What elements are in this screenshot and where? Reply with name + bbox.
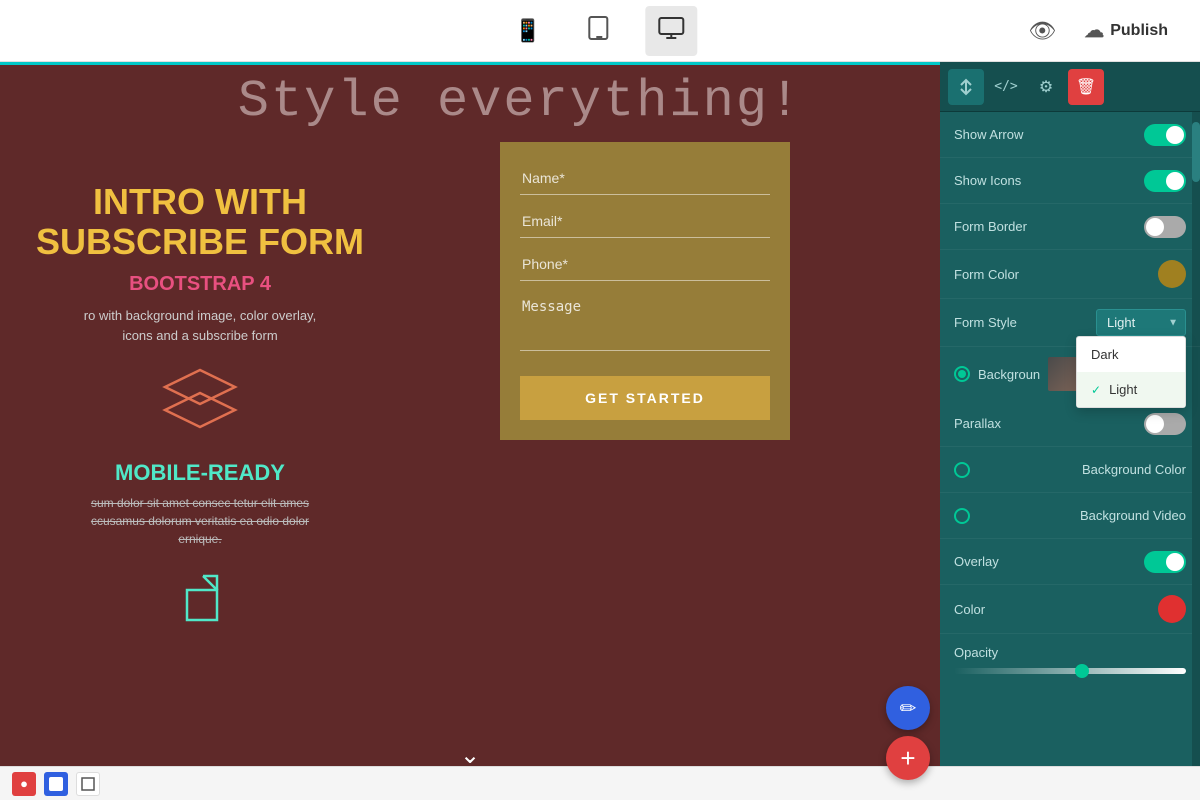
name-input[interactable] [520, 162, 770, 195]
code-tool-button[interactable]: </> [988, 69, 1024, 105]
add-plus-icon: + [900, 743, 915, 774]
form-style-label: Form Style [954, 315, 1017, 330]
fab-edit-button[interactable]: ✏ [886, 686, 930, 730]
desktop-device-btn[interactable] [646, 6, 698, 56]
message-input[interactable] [520, 291, 770, 351]
form-style-dropdown-wrapper: Light Dark ▼ Dark ✓ Light [1096, 309, 1186, 336]
lorem-text: sum dolor sit amet consec tetur elit ame… [20, 494, 380, 548]
canvas: Style everything! INTRO WITH SUBSCRIBE F… [0, 62, 940, 800]
top-bar: 📱 👁 ☁ Publish [0, 0, 1200, 62]
fab-add-button[interactable]: + [886, 736, 930, 780]
form-style-select[interactable]: Light Dark [1096, 309, 1186, 336]
bg-video-radio[interactable] [954, 508, 970, 524]
bottom-bar: ● [0, 766, 1200, 800]
preview-icon[interactable]: 👁 [1028, 18, 1056, 44]
show-icons-toggle[interactable] [1144, 170, 1186, 192]
form-border-label: Form Border [954, 219, 1027, 234]
bootstrap-label: BOOTSTRAP 4 [20, 273, 380, 296]
device-switcher: 📱 [502, 6, 697, 56]
bg-color-row: Background Color [940, 447, 1200, 493]
parallax-toggle[interactable] [1144, 413, 1186, 435]
light-option-label: Light [1109, 382, 1137, 397]
dropdown-item-dark[interactable]: Dark [1077, 337, 1185, 372]
left-content-panel: INTRO WITH SUBSCRIBE FORM BOOTSTRAP 4 ro… [20, 182, 380, 643]
overlay-color-swatch[interactable] [1158, 595, 1186, 623]
gear-tool-button[interactable]: ⚙ [1028, 69, 1064, 105]
subscribe-form: GET STARTED [500, 142, 790, 440]
top-bar-right: 👁 ☁ Publish [1028, 10, 1180, 51]
form-style-row: Form Style Light Dark ▼ Dark ✓ Light [940, 299, 1200, 347]
form-style-dropdown-menu: Dark ✓ Light [1076, 336, 1186, 408]
show-icons-row: Show Icons [940, 158, 1200, 204]
get-started-button[interactable]: GET STARTED [520, 376, 770, 420]
opacity-row: Opacity [940, 634, 1200, 684]
layers-icon [20, 365, 380, 440]
panel-toolbar: </> ⚙ 🗑 [940, 62, 1200, 112]
sort-tool-button[interactable] [948, 69, 984, 105]
opacity-label: Opacity [954, 645, 998, 660]
mobile-ready-label: MOBILE-READY [20, 460, 380, 486]
overlay-label: Overlay [954, 554, 999, 569]
main-area: Style everything! INTRO WITH SUBSCRIBE F… [0, 62, 1200, 800]
description-text: ro with background image, color overlay,… [20, 306, 380, 345]
form-border-row: Form Border [940, 204, 1200, 250]
publish-label: Publish [1110, 22, 1168, 40]
parallax-label: Parallax [954, 416, 1001, 431]
color-label: Color [954, 602, 985, 617]
box-icon [20, 568, 380, 643]
phone-input[interactable] [520, 248, 770, 281]
background-label: Backgroun [978, 367, 1040, 382]
show-icons-label: Show Icons [954, 173, 1021, 188]
dropdown-item-light[interactable]: ✓ Light [1077, 372, 1185, 407]
bottom-icon-blue[interactable] [44, 772, 68, 796]
form-border-toggle[interactable] [1144, 216, 1186, 238]
opacity-slider-track[interactable] [954, 668, 1186, 674]
intro-title-line1: INTRO WITH [20, 182, 380, 222]
mobile-device-btn[interactable]: 📱 [502, 10, 553, 52]
background-radio[interactable] [954, 366, 970, 382]
bg-video-row: Background Video [940, 493, 1200, 539]
show-arrow-toggle[interactable] [1144, 124, 1186, 146]
email-input[interactable] [520, 205, 770, 238]
bottom-bar-icons: ● [12, 772, 100, 796]
color-row: Color [940, 585, 1200, 634]
bg-video-label: Background Video [1080, 508, 1186, 523]
bottom-icon-white[interactable] [76, 772, 100, 796]
bottom-icon-red[interactable]: ● [12, 772, 36, 796]
panel-scrollbar-thumb[interactable] [1192, 122, 1200, 182]
opacity-slider-thumb[interactable] [1075, 664, 1089, 678]
cloud-upload-icon: ☁ [1084, 18, 1104, 43]
publish-button[interactable]: ☁ Publish [1072, 10, 1180, 51]
bg-color-label: Background Color [1082, 462, 1186, 477]
delete-tool-button[interactable]: 🗑 [1068, 69, 1104, 105]
overlay-toggle[interactable] [1144, 551, 1186, 573]
edit-pencil-icon: ✏ [900, 696, 917, 721]
sidebar-panel: </> ⚙ 🗑 Show Arrow Show Icons [940, 62, 1200, 800]
tablet-device-btn[interactable] [574, 6, 626, 56]
overlay-row: Overlay [940, 539, 1200, 585]
canvas-top-border [0, 62, 940, 65]
intro-title-line2: SUBSCRIBE FORM [20, 222, 380, 262]
show-arrow-label: Show Arrow [954, 127, 1023, 142]
bg-color-radio[interactable] [954, 462, 970, 478]
form-color-row: Form Color [940, 250, 1200, 299]
panel-scrollbar[interactable] [1192, 112, 1200, 800]
dark-option-label: Dark [1091, 347, 1118, 362]
intro-title: INTRO WITH SUBSCRIBE FORM [20, 182, 380, 261]
show-arrow-row: Show Arrow [940, 112, 1200, 158]
checkmark-icon: ✓ [1091, 383, 1101, 397]
form-color-label: Form Color [954, 267, 1019, 282]
form-color-swatch[interactable] [1158, 260, 1186, 288]
